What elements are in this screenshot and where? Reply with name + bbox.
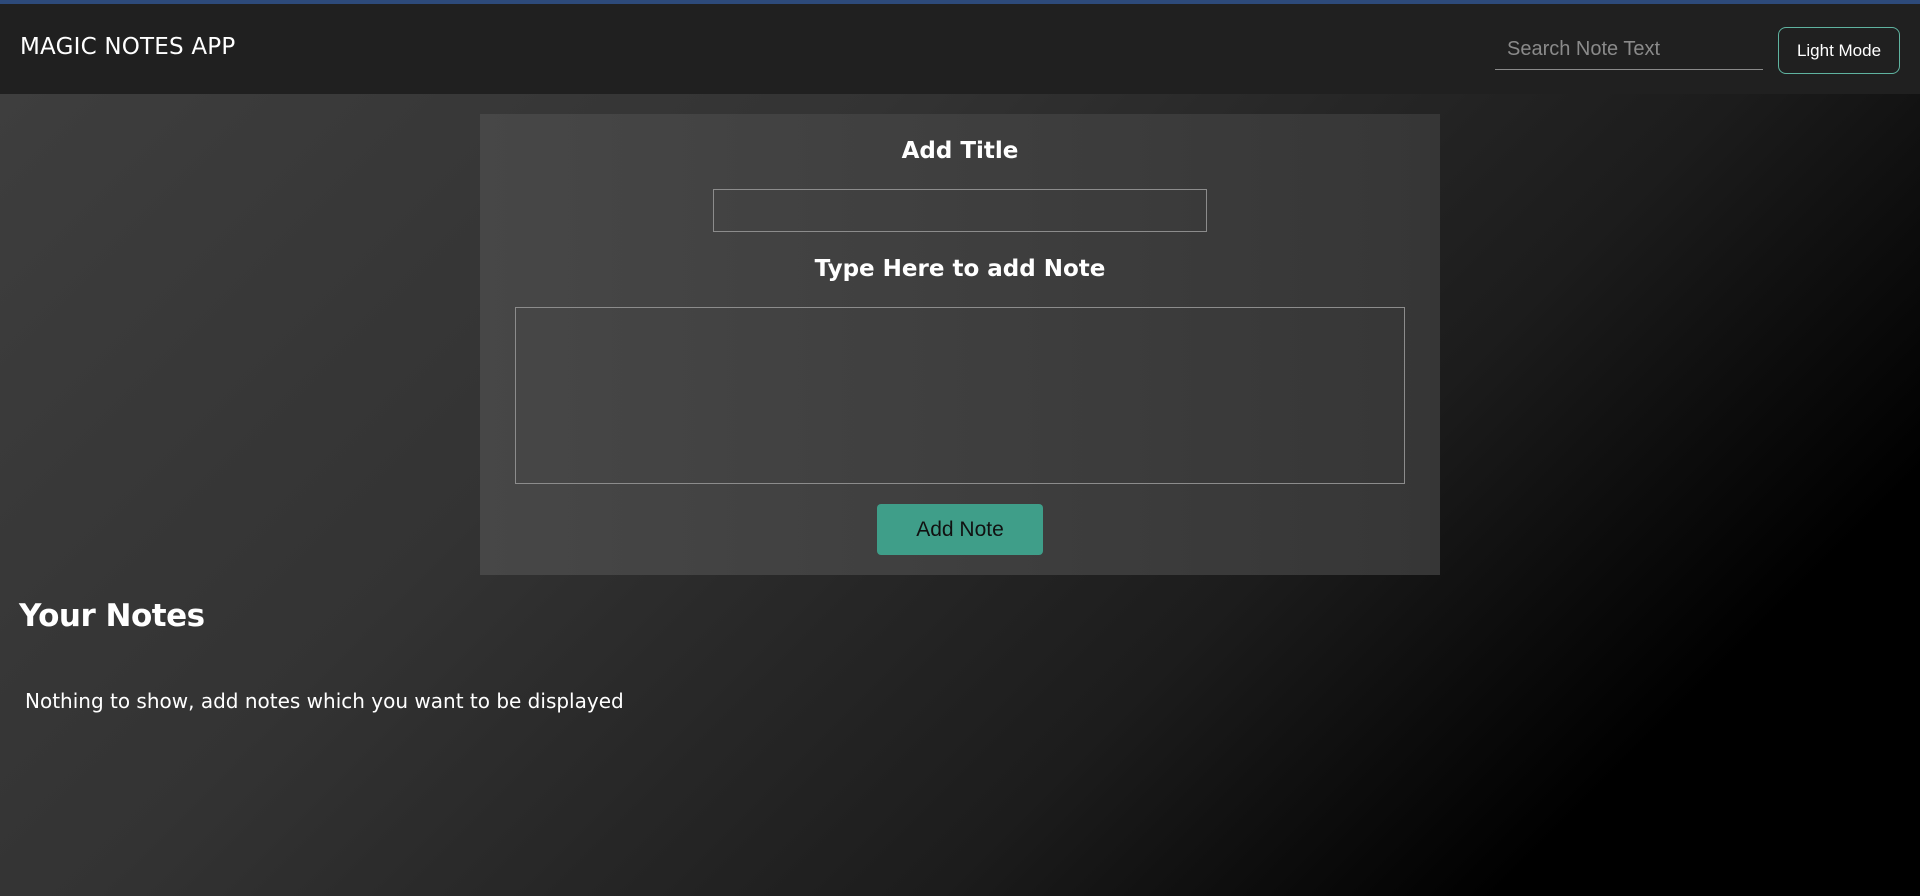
title-input[interactable] <box>713 189 1207 232</box>
navbar: MAGIC NOTES APP Light Mode <box>0 4 1920 94</box>
add-title-heading: Add Title <box>901 138 1019 164</box>
add-note-button[interactable]: Add Note <box>877 504 1043 555</box>
add-note-heading: Type Here to add Note <box>814 256 1106 282</box>
add-note-form: Add Title Type Here to add Note Add Note <box>480 114 1440 575</box>
note-textarea[interactable] <box>515 307 1405 484</box>
app-title: MAGIC NOTES APP <box>20 34 236 60</box>
search-input[interactable] <box>1495 30 1763 70</box>
empty-notes-message: Nothing to show, add notes which you wan… <box>25 689 624 713</box>
light-mode-toggle-button[interactable]: Light Mode <box>1778 27 1900 74</box>
your-notes-heading: Your Notes <box>19 598 205 634</box>
